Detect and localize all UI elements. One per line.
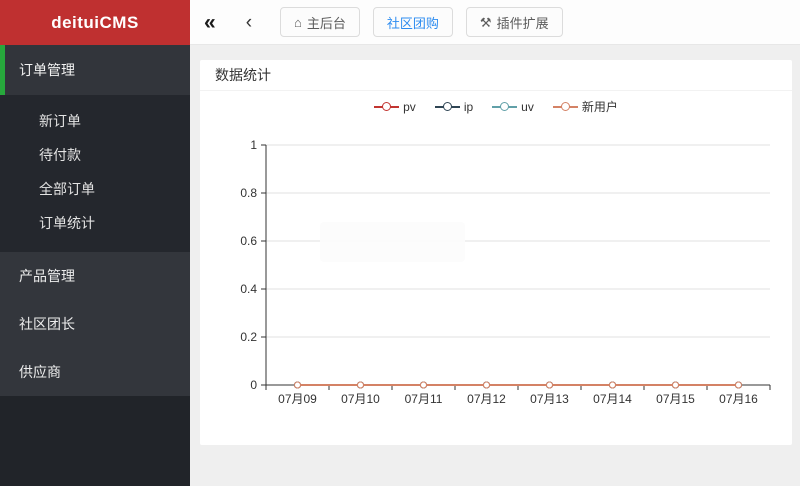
svg-text:07月15: 07月15: [656, 392, 695, 406]
chart-canvas: 0 0.2 0.4 0.6 0.8 1 07月09 07月10 07月11 07月12 07月13 0…: [240, 138, 771, 406]
data-point: [483, 381, 490, 389]
card-title: 数据统计: [200, 60, 792, 91]
svg-text:07月11: 07月11: [405, 392, 443, 406]
tab-社区团购[interactable]: 社区团购: [372, 7, 453, 37]
sidebar-filler: [0, 396, 190, 486]
tooltip-ghost: [320, 222, 465, 262]
sidebar-subitem-1[interactable]: 待付款: [0, 138, 190, 172]
tab-label: 主后台: [306, 15, 346, 31]
sidebar-subitem-2[interactable]: 全部订单: [0, 172, 190, 206]
sidebar-item-order-management[interactable]: 订单管理: [0, 45, 190, 95]
svg-text:0.8: 0.8: [240, 186, 257, 200]
svg-text:07月10: 07月10: [341, 392, 380, 406]
svg-text:1: 1: [250, 138, 257, 152]
svg-text:07月14: 07月14: [593, 392, 632, 406]
sidebar-group-item-1[interactable]: 社区团长: [0, 300, 190, 348]
data-point: [546, 381, 553, 389]
sidebar-subitem-0[interactable]: 新订单: [0, 104, 190, 138]
svg-text:0.6: 0.6: [240, 234, 257, 248]
data-point: [420, 381, 427, 389]
sidebar-group-item-2[interactable]: 供应商: [0, 348, 190, 396]
active-indicator-bar: [0, 45, 5, 95]
svg-text:07月12: 07月12: [467, 392, 506, 406]
collapse-sidebar-icon[interactable]: «: [204, 12, 216, 33]
sidebar-item-label: 订单管理: [19, 62, 75, 78]
svg-text:07月13: 07月13: [530, 392, 569, 406]
data-point: [294, 381, 301, 389]
data-point: [735, 381, 742, 389]
home-icon: ⌂: [294, 14, 302, 30]
tools-icon: ⚒: [479, 14, 492, 30]
data-point: [357, 381, 364, 389]
sidebar-subitem-3[interactable]: 订单统计: [0, 206, 190, 240]
main-content: 数据统计 pv ip uv 新用户 0 0.2 0.4 0.6 0.8 1 07月09 07月10 0…: [190, 45, 800, 486]
data-point: [672, 381, 679, 389]
svg-text:07月09: 07月09: [278, 392, 317, 406]
app-logo: deituiCMS: [0, 0, 190, 45]
line-chart: pv ip uv 新用户 0 0.2 0.4 0.6 0.8 1 07月09 07月10 07月11 0…: [200, 91, 792, 444]
sidebar-group-item-0[interactable]: 产品管理: [0, 252, 190, 300]
back-icon[interactable]: ‹: [246, 13, 252, 32]
tab-bar: ⌂ 主后台 社区团购 ⚒ 插件扩展: [280, 7, 563, 37]
tab-label: 社区团购: [386, 15, 439, 31]
svg-text:07月16: 07月16: [719, 392, 758, 406]
stats-card: 数据统计 pv ip uv 新用户 0 0.2 0.4 0.6 0.8 1 07月09 07月10 0…: [200, 60, 792, 445]
sidebar: deituiCMS 订单管理 新订单 待付款 全部订单 订单统计 产品管理 社区团长 供应…: [0, 0, 190, 486]
data-point: [609, 381, 616, 389]
tab-主后台[interactable]: ⌂ 主后台: [280, 7, 360, 37]
tab-label: 插件扩展: [496, 15, 549, 31]
top-navbar: « ‹ ⌂ 主后台 社区团购 ⚒ 插件扩展: [190, 0, 800, 45]
svg-text:0.2: 0.2: [240, 330, 257, 344]
tab-插件扩展[interactable]: ⚒ 插件扩展: [465, 7, 563, 37]
sidebar-group: 产品管理 社区团长 供应商: [0, 252, 190, 396]
svg-text:0.4: 0.4: [240, 282, 257, 296]
sidebar-submenu: 新订单 待付款 全部订单 订单统计: [0, 95, 190, 252]
svg-text:0: 0: [250, 378, 257, 392]
